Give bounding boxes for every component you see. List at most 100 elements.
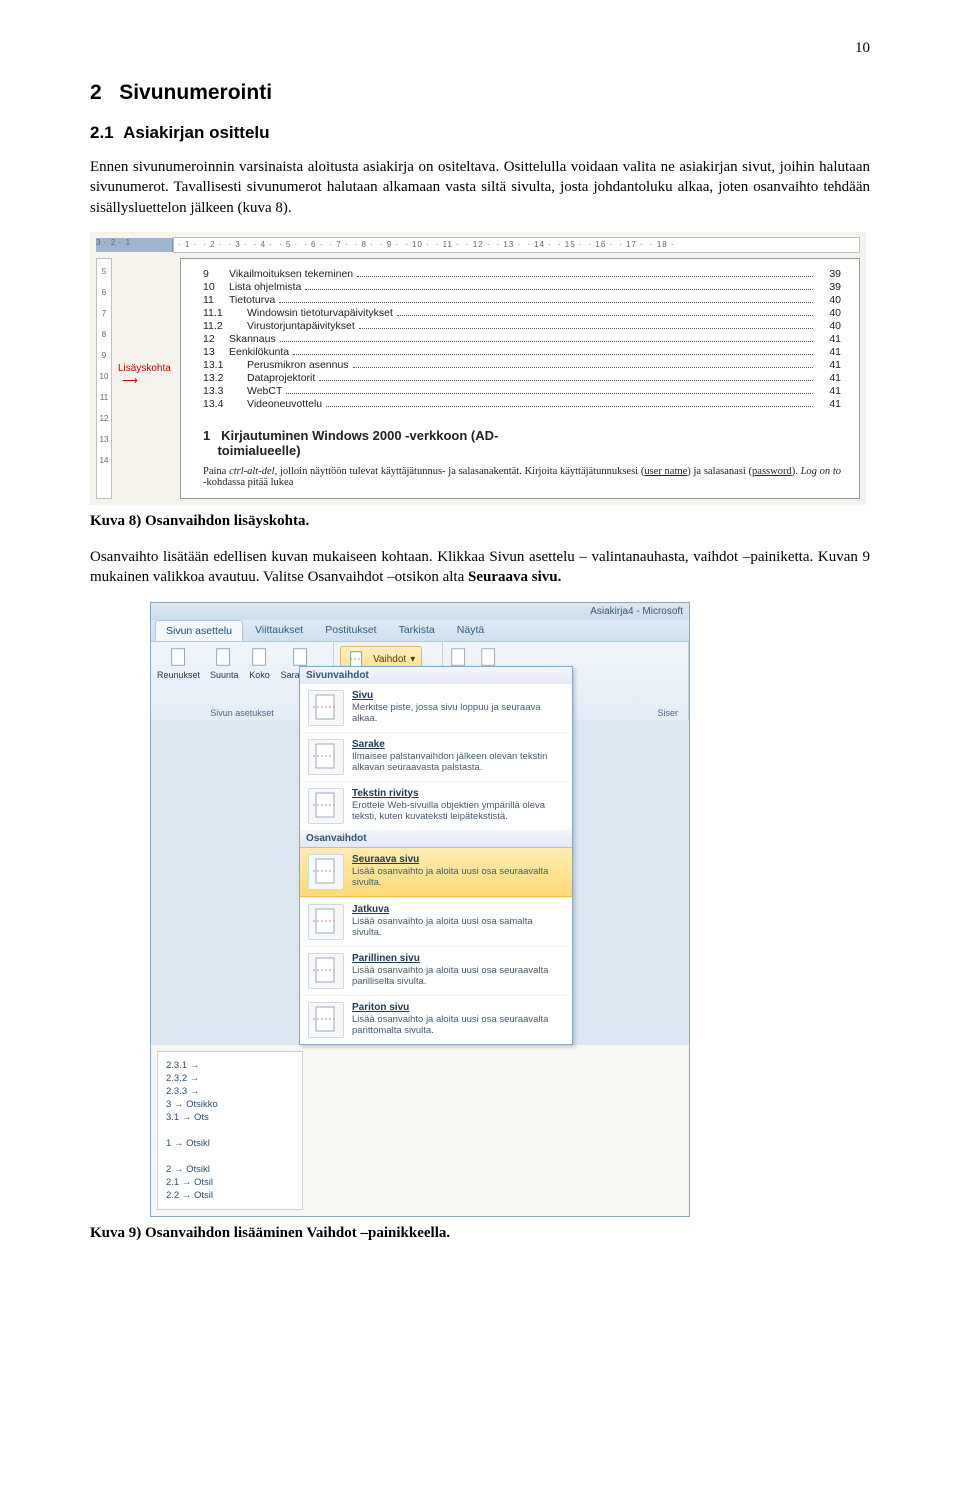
ruler-tick: · 10 · <box>405 240 430 249</box>
page-icon <box>213 646 235 668</box>
toc-num: 9 <box>203 268 229 280</box>
toc-title: Perusmikron asennus <box>247 359 349 371</box>
ruler-tick: · 14 · <box>527 240 552 249</box>
placeholder-icon <box>449 646 471 668</box>
toc-title: Dataprojektorit <box>247 372 315 384</box>
toc-row: 11.2Virustorjuntapäivitykset40 <box>203 320 841 332</box>
toc-row: 9Vikailmoituksen tekeminen 39 <box>203 268 841 280</box>
toc-num: 12 <box>203 333 229 345</box>
dropdown-item[interactable]: JatkuvaLisää osanvaihto ja aloita uusi o… <box>300 897 572 946</box>
dropdown-item-title: Seuraava sivu <box>352 854 564 865</box>
nav-row[interactable]: 2.3.1 → <box>166 1060 294 1071</box>
toc-row: 11.1Windowsin tietoturvapäivitykset 40 <box>203 307 841 319</box>
ribbon-tab[interactable]: Sivun asettelu <box>155 620 243 641</box>
dropdown-item-title: Sarake <box>352 739 564 750</box>
nav-row[interactable]: 2.3.2 → <box>166 1073 294 1084</box>
page-icon <box>290 646 312 668</box>
vaihdot-dropdown: Sivunvaihdot SivuMerkitse piste, jossa s… <box>299 666 573 1045</box>
page-icon <box>308 788 344 824</box>
nav-row[interactable]: 2.2 → Otsil <box>166 1190 294 1201</box>
ruler-tick: 8 <box>102 330 106 339</box>
dropdown-item-desc: Lisää osanvaihto ja aloita uusi osa seur… <box>352 1014 564 1037</box>
vertical-ruler: 567891011121314 <box>96 258 112 499</box>
nav-row[interactable]: 1 → Otsikl <box>166 1138 294 1149</box>
ribbon-tab[interactable]: Tarkista <box>389 620 445 641</box>
toc-row: 13.2Dataprojektorit41 <box>203 372 841 384</box>
toc-page: 39 <box>817 268 841 280</box>
toc-page: 41 <box>817 333 841 345</box>
toc-leader <box>286 385 813 394</box>
body-underline: user name <box>644 466 687 477</box>
ribbon-button[interactable]: Reunukset <box>157 646 200 680</box>
word-ribbon-screenshot: Asiakirja4 - Microsoft Sivun asetteluVii… <box>150 602 690 1217</box>
ruler-tick: · 2 · <box>203 240 222 249</box>
ribbon-tab[interactable]: Näytä <box>447 620 494 641</box>
dropdown-item[interactable]: SivuMerkitse piste, jossa sivu loppuu ja… <box>300 684 572 732</box>
page-icon <box>308 854 344 890</box>
nav-row[interactable]: 2 → Otsikl <box>166 1164 294 1175</box>
dropdown-item[interactable]: SarakeIlmaisee palstanvaihdon jälkeen ol… <box>300 732 572 781</box>
dropdown-item[interactable]: Parillinen sivuLisää osanvaihto ja aloit… <box>300 946 572 995</box>
toc-page: 40 <box>817 320 841 332</box>
page-icon <box>308 1002 344 1038</box>
toc-title: WebCT <box>247 385 282 397</box>
dropdown-item-desc: Lisää osanvaihto ja aloita uusi osa sama… <box>352 916 564 939</box>
body-text: Paina <box>203 466 229 477</box>
toc-page: 40 <box>817 294 841 306</box>
toc-num: 11.1 <box>203 307 247 319</box>
page-icon <box>308 690 344 726</box>
dropdown-item-desc: Lisää osanvaihto ja aloita uusi osa seur… <box>352 965 564 988</box>
ruler-tick: 7 <box>102 309 106 318</box>
button-label: Reunukset <box>157 670 200 680</box>
page-icon <box>249 646 271 668</box>
dropdown-item[interactable]: Pariton sivuLisää osanvaihto ja aloita u… <box>300 995 572 1044</box>
ruler-tick: 6 <box>102 288 106 297</box>
figure-8-caption-text: Kuva 8) Osanvaihdon lisäyskohta. <box>90 513 309 529</box>
ruler-tick: · 16 · <box>589 240 614 249</box>
toc-leader <box>319 372 813 381</box>
ruler-tick: · 7 · <box>329 240 348 249</box>
paragraph-1: Ennen sivunumeroinnin varsinaista aloitu… <box>90 157 870 218</box>
toc-row: 12Skannaus41 <box>203 333 841 345</box>
toc-page: 40 <box>817 307 841 319</box>
nav-row[interactable]: 3 → Otsikko <box>166 1099 294 1110</box>
ruler-tick: · 13 · <box>497 240 522 249</box>
dropdown-item[interactable]: Seuraava sivuLisää osanvaihto ja aloita … <box>300 847 572 897</box>
toc-title: Windowsin tietoturvapäivitykset <box>247 307 393 319</box>
ruler-tick: 1 <box>126 238 131 247</box>
heading-1: 2 Sivunumerointi <box>90 81 870 105</box>
table-of-contents: 9Vikailmoituksen tekeminen3910Lista ohje… <box>203 268 841 410</box>
figure-9: Asiakirja4 - Microsoft Sivun asetteluVii… <box>150 602 690 1217</box>
button-label: Koko <box>249 670 270 680</box>
nav-row[interactable]: 2.1 → Otsil <box>166 1177 294 1188</box>
ribbon-tab[interactable]: Postitukset <box>315 620 386 641</box>
section-num: 1 <box>203 428 210 443</box>
toc-num: 11 <box>203 294 229 306</box>
toc-title: Vikailmoituksen tekeminen <box>229 268 353 280</box>
ribbon-tab[interactable]: Viittaukset <box>245 620 313 641</box>
ribbon-button[interactable]: Koko <box>249 646 271 680</box>
ruler-tick: · 6 · <box>304 240 323 249</box>
ribbon-button[interactable]: Suunta <box>210 646 239 680</box>
dropdown-item-desc: Erottele Web-sivuilla objektien ympärill… <box>352 800 564 823</box>
dropdown-item-desc: Ilmaisee palstanvaihdon jälkeen olevan t… <box>352 751 564 774</box>
ruler-tick: · 11 · <box>436 240 460 249</box>
ruler-tick: · 3 · <box>228 240 247 249</box>
section-heading: 1 Kirjautuminen Windows 2000 -verkkoon (… <box>203 428 841 458</box>
body-italic: Log on to <box>801 466 841 477</box>
ruler-tick: · 9 · <box>380 240 399 249</box>
page-number: 10 <box>90 40 870 57</box>
toc-row: 13Eenkilökunta41 <box>203 346 841 358</box>
ruler-tick: · 8 · <box>355 240 374 249</box>
toc-leader <box>305 281 813 290</box>
figure-8: 3 · 2 · 1 · 1 ·· 2 ·· 3 ·· 4 ·· 5 ·· 6 ·… <box>90 232 866 505</box>
nav-row[interactable]: 2.3.3 → <box>166 1086 294 1097</box>
ruler-tick: · 4 · <box>254 240 273 249</box>
body-italic: ctrl-alt-del <box>229 466 275 477</box>
ruler-tick: 13 <box>100 435 109 444</box>
figure-9-caption-text: Kuva 9) Osanvaihdon lisääminen Vaihdot –… <box>90 1225 450 1241</box>
nav-row[interactable]: 3.1 → Ots <box>166 1112 294 1123</box>
button-label: Suunta <box>210 670 239 680</box>
toc-page: 39 <box>817 281 841 293</box>
dropdown-item[interactable]: Tekstin rivitysErottele Web-sivuilla obj… <box>300 781 572 830</box>
